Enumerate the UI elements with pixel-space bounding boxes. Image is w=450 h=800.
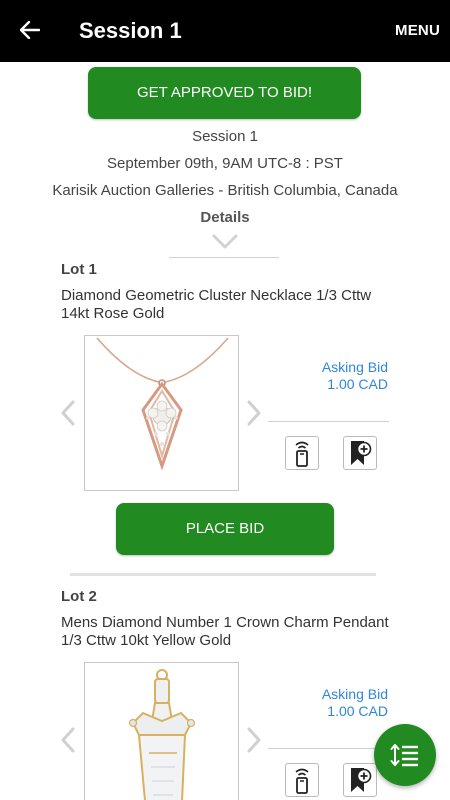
remote-bid-icon[interactable] <box>285 436 319 470</box>
lot-2-name[interactable]: Mens Diamond Number 1 Crown Charm Pendan… <box>61 614 401 650</box>
chevron-down-icon[interactable] <box>212 234 238 255</box>
lot-divider <box>70 573 376 576</box>
lot-2-image[interactable] <box>84 662 239 800</box>
necklace-image <box>96 337 229 471</box>
place-bid-button[interactable]: PLACE BID <box>116 503 334 555</box>
session-location: Karisik Auction Galleries - British Colu… <box>52 182 398 199</box>
add-to-watchlist-icon[interactable] <box>343 763 377 797</box>
lot-2-bid-divider <box>268 748 389 749</box>
chevron-left-icon[interactable] <box>60 727 76 758</box>
session-date: September 09th, 9AM UTC-8 : PST <box>107 155 343 172</box>
sort-fab-button[interactable] <box>374 724 436 786</box>
lot-2-asking-label: Asking Bid <box>321 686 388 702</box>
lot-1-asking-label: Asking Bid <box>321 359 388 375</box>
page-title: Session 1 <box>79 18 182 43</box>
session-content[interactable]: GET APPROVED TO BID! Session 1 September… <box>0 62 450 800</box>
details-toggle[interactable]: Details <box>0 209 450 226</box>
lot-2-asking-value: 1.00 CAD <box>327 703 388 719</box>
chevron-left-icon[interactable] <box>60 400 76 431</box>
get-approved-button[interactable]: GET APPROVED TO BID! <box>88 67 361 119</box>
back-arrow-icon[interactable] <box>14 14 46 46</box>
lot-2-label: Lot 2 <box>61 588 97 605</box>
lot-1-name[interactable]: Diamond Geometric Cluster Necklace 1/3 C… <box>61 287 401 323</box>
lot-1-image[interactable] <box>84 335 239 491</box>
lot-1-label: Lot 1 <box>61 261 97 278</box>
chevron-right-icon[interactable] <box>246 400 262 431</box>
app-header: Session 1 MENU <box>0 0 450 62</box>
chevron-right-icon[interactable] <box>246 727 262 758</box>
add-to-watchlist-icon[interactable] <box>343 436 377 470</box>
lot-1-asking-value: 1.00 CAD <box>327 376 388 392</box>
lot-1-bid-divider <box>268 421 389 422</box>
details-divider <box>169 257 279 258</box>
session-name: Session 1 <box>192 128 258 145</box>
sort-list-icon <box>390 744 418 767</box>
menu-button[interactable]: MENU <box>395 22 440 39</box>
remote-bid-icon[interactable] <box>285 763 319 797</box>
pendant-image <box>128 669 196 800</box>
